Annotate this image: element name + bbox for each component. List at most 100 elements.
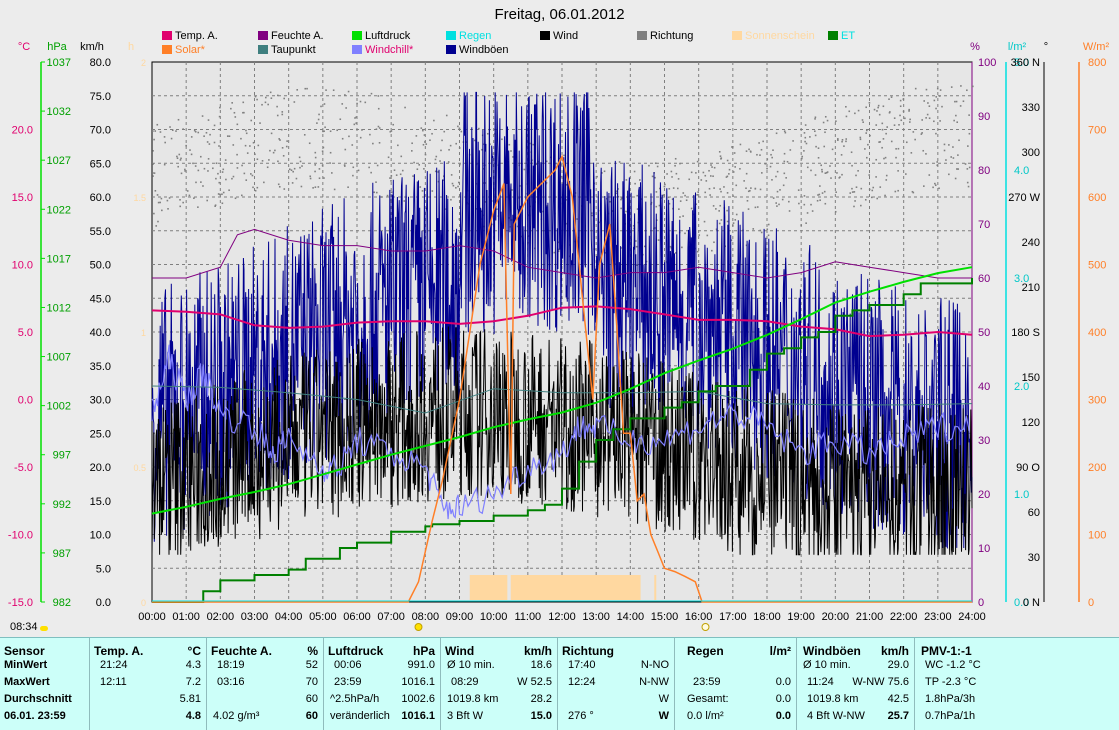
x-tick-label: 21:00	[856, 611, 884, 623]
direction-point	[821, 170, 823, 173]
direction-point	[925, 117, 927, 119]
pressure-state: veränderlich	[330, 710, 390, 722]
legend-item[interactable]: Temp. A.	[162, 30, 218, 43]
legend-item[interactable]: Regen	[446, 30, 491, 43]
direction-point	[938, 187, 940, 190]
direction-point	[710, 164, 712, 166]
direction-point	[299, 166, 301, 169]
direction-point	[968, 132, 971, 135]
direction-point	[923, 100, 925, 102]
humidity-tick-label: 80	[978, 165, 990, 177]
direction-point	[678, 208, 680, 210]
direction-point	[681, 246, 683, 249]
direction-point	[669, 245, 672, 248]
direction-point	[720, 190, 722, 193]
direction-point	[232, 144, 235, 146]
direction-point	[168, 197, 171, 199]
gust-avg10: 29.0	[887, 659, 909, 671]
direction-point	[950, 86, 953, 88]
legend-item[interactable]: Solar*	[162, 44, 205, 57]
direction-point	[413, 161, 415, 164]
direction-point	[368, 166, 370, 169]
direction-point	[217, 172, 219, 175]
humidity-unit-label: %	[970, 41, 980, 53]
direction-point	[671, 176, 673, 178]
direction-point	[270, 132, 273, 135]
direction-point	[404, 106, 406, 109]
x-tick-label: 22:00	[890, 611, 918, 623]
direction-point	[967, 145, 969, 147]
direction-point	[952, 157, 955, 159]
direction-point	[458, 147, 461, 149]
direction-point	[242, 111, 244, 114]
direction-point	[245, 129, 247, 132]
direction-point	[696, 250, 699, 253]
direction-point	[663, 185, 666, 188]
rain-t1: 23:59	[693, 676, 721, 688]
direction-point	[152, 163, 154, 165]
x-tick-label: 06:00	[343, 611, 371, 623]
x-tick-label: 08:00	[412, 611, 440, 623]
legend-item[interactable]: Wind	[540, 30, 578, 43]
legend-item[interactable]: Windböen	[446, 44, 509, 57]
direction-point	[772, 149, 774, 152]
direction-point	[207, 158, 210, 160]
x-tick-label: 09:00	[446, 611, 474, 623]
direction-point	[359, 136, 362, 139]
direction-point	[948, 144, 950, 146]
direction-point	[429, 139, 431, 142]
rain-hour: 0.0 l/m²	[687, 710, 724, 722]
direction-point	[636, 194, 639, 197]
pressure-tick-label: 987	[53, 548, 71, 560]
direction-point	[928, 105, 931, 107]
direction-point	[845, 105, 847, 108]
wind-tick-label: 70.0	[90, 125, 111, 137]
selected-time-label: 08:34	[10, 621, 38, 633]
direction-point	[233, 111, 236, 114]
direction-point	[412, 175, 414, 177]
direction-point	[618, 161, 621, 163]
direction-point	[263, 181, 265, 184]
x-tick-label: 20:00	[822, 611, 850, 623]
wind-tick-label: 35.0	[90, 361, 111, 373]
direction-point	[323, 103, 326, 105]
direction-point	[747, 190, 750, 193]
direction-point	[377, 125, 380, 128]
time-cursor-icon[interactable]	[40, 626, 48, 631]
direction-point	[377, 107, 380, 110]
direction-point	[783, 130, 786, 133]
direction-point	[955, 100, 958, 103]
legend-item[interactable]: Sonnenschein	[732, 30, 815, 43]
direction-point	[843, 145, 845, 147]
direction-point	[666, 173, 668, 175]
direction-point	[859, 138, 862, 141]
direction-point	[169, 126, 171, 128]
direction-point	[440, 149, 442, 152]
direction-tick-label: 60	[1028, 507, 1040, 519]
gust-avg: 42.5	[887, 693, 909, 705]
legend-item[interactable]: Taupunkt	[258, 44, 316, 57]
legend-item[interactable]: Feuchte A.	[258, 30, 324, 43]
humidity-tick-label: 50	[978, 327, 990, 339]
direction-point	[214, 204, 217, 207]
legend-item[interactable]: Windchill*	[352, 44, 413, 57]
legend-item[interactable]: Richtung	[637, 30, 693, 43]
x-tick-label: 03:00	[241, 611, 269, 623]
direction-point	[288, 168, 291, 171]
direction-point	[193, 129, 196, 132]
direction-point	[960, 85, 962, 87]
legend-swatch	[540, 31, 550, 40]
direction-point	[855, 174, 857, 177]
direction-point	[401, 169, 404, 172]
direction-point	[728, 168, 731, 171]
direction-point	[877, 104, 880, 107]
direction-point	[967, 185, 970, 188]
direction-point	[950, 156, 953, 158]
legend-item[interactable]: Luftdruck	[352, 30, 410, 43]
direction-point	[657, 239, 660, 241]
legend-item[interactable]: ET	[828, 30, 855, 43]
direction-point	[279, 139, 281, 141]
direction-point	[968, 114, 970, 116]
direction-point	[201, 115, 204, 117]
direction-point	[175, 130, 177, 132]
